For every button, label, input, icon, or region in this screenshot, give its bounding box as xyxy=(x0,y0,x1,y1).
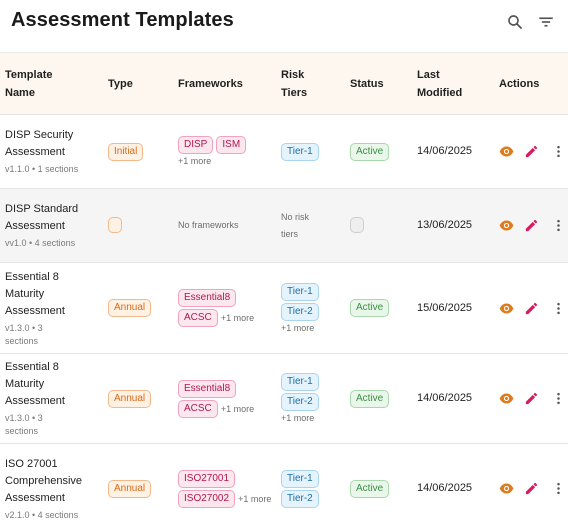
more-options-icon[interactable] xyxy=(551,218,566,234)
column-header-status[interactable]: Status xyxy=(345,52,412,115)
template-meta: v1.3.0 • 3 sections xyxy=(5,413,43,436)
risk-tier-chip: Tier-1 xyxy=(281,142,319,161)
type-chip xyxy=(108,217,122,234)
edit-icon[interactable] xyxy=(524,218,539,234)
template-meta: v1.3.0 • 3 sections xyxy=(5,322,43,346)
row-actions xyxy=(499,218,564,234)
template-name: DISP Security Assessment xyxy=(5,129,74,158)
table-row[interactable]: DISP Standard Assessment vv1.0 • 4 secti… xyxy=(0,188,568,263)
status-badge: Active xyxy=(350,142,390,161)
filter-icon[interactable] xyxy=(536,12,556,32)
risk-tier-chip: Tier-2 xyxy=(281,489,319,508)
last-modified: 15/06/2025 xyxy=(417,301,473,314)
column-header-type[interactable]: Type xyxy=(103,52,173,115)
last-modified: 13/06/2025 xyxy=(417,219,473,231)
status-badge: Active xyxy=(350,389,390,408)
template-name: Essential 8 Maturity Assessment xyxy=(5,270,65,317)
row-actions xyxy=(499,481,564,497)
risk-tier-chip: Tier-1 xyxy=(281,469,319,488)
status-badge: Active xyxy=(350,479,390,498)
frameworks-more: +1 more xyxy=(220,403,255,414)
last-modified: 14/06/2025 xyxy=(417,392,473,404)
edit-icon[interactable] xyxy=(524,144,539,160)
template-name: Essential 8 Maturity Assessment xyxy=(5,361,65,407)
risk-tiers-more: +1 more xyxy=(281,322,315,333)
edit-icon[interactable] xyxy=(524,391,539,407)
type-chip: Annual xyxy=(108,389,152,408)
template-name: DISP Standard Assessment xyxy=(5,203,79,232)
last-modified: 14/06/2025 xyxy=(417,482,473,494)
frameworks-more: +1 more xyxy=(220,312,255,323)
page-title: Assessment Templates xyxy=(11,9,234,31)
no-frameworks-text: No frameworks xyxy=(178,220,239,230)
framework-chip: ACSC xyxy=(178,309,218,327)
row-actions xyxy=(499,144,564,160)
last-modified: 14/06/2025 xyxy=(417,145,473,157)
more-options-icon[interactable] xyxy=(551,300,566,316)
more-options-icon[interactable] xyxy=(551,481,566,497)
view-icon[interactable] xyxy=(499,218,514,234)
column-header-last-modified[interactable]: Last Modified xyxy=(412,52,494,115)
view-icon[interactable] xyxy=(499,481,514,497)
type-chip: Annual xyxy=(108,479,152,498)
framework-chip: ISM xyxy=(216,136,247,154)
status-badge: Active xyxy=(350,299,390,317)
template-meta: v1.1.0 • 1 sections xyxy=(5,164,79,174)
table-row[interactable]: ISO 27001 Comprehensive Assessment v2.1.… xyxy=(0,443,568,531)
table-row[interactable]: Essential 8 Maturity Assessment v1.3.0 •… xyxy=(0,262,568,354)
view-icon[interactable] xyxy=(499,300,514,316)
type-chip: Annual xyxy=(108,299,152,317)
risk-tier-chip: Tier-2 xyxy=(281,302,319,321)
risk-tiers-more: +1 more xyxy=(281,413,315,423)
template-name: ISO 27001 Comprehensive Assessment xyxy=(5,457,83,504)
row-actions xyxy=(499,391,564,407)
framework-chip: Essential8 xyxy=(178,289,237,307)
column-header-template-name[interactable]: Template Name xyxy=(0,52,103,115)
template-meta: v2.1.0 • 4 sections xyxy=(5,509,79,520)
status-badge xyxy=(350,217,364,234)
framework-chip: ISO27001 xyxy=(178,469,236,488)
view-icon[interactable] xyxy=(499,144,514,160)
framework-chip: ACSC xyxy=(178,399,218,418)
framework-chip: ISO27002 xyxy=(178,489,236,508)
table-row[interactable]: DISP Security Assessment v1.1.0 • 1 sect… xyxy=(0,114,568,189)
framework-chip: Essential8 xyxy=(178,379,237,398)
no-risk-tiers-text: No risk tiers xyxy=(281,211,310,239)
column-header-risk-tiers[interactable]: Risk Tiers xyxy=(276,52,345,115)
risk-tier-chip: Tier-2 xyxy=(281,393,319,411)
template-meta: vv1.0 • 4 sections xyxy=(5,238,76,248)
more-options-icon[interactable] xyxy=(551,391,566,407)
search-icon[interactable] xyxy=(505,12,525,32)
risk-tier-chip: Tier-1 xyxy=(281,373,319,391)
edit-icon[interactable] xyxy=(524,481,539,497)
page-header: Assessment Templates xyxy=(0,0,568,52)
column-header-actions: Actions xyxy=(494,52,568,115)
frameworks-more: +1 more xyxy=(178,156,212,166)
type-chip: Initial xyxy=(108,142,144,161)
frameworks-more: +1 more xyxy=(238,493,272,504)
table-header-row: Template Name Type Frameworks Risk Tiers… xyxy=(0,52,568,115)
risk-tier-chip: Tier-1 xyxy=(281,282,319,301)
more-options-icon[interactable] xyxy=(551,144,566,160)
framework-chip: DISP xyxy=(178,136,214,154)
edit-icon[interactable] xyxy=(524,300,539,316)
column-header-frameworks[interactable]: Frameworks xyxy=(173,52,276,115)
templates-table: Template Name Type Frameworks Risk Tiers… xyxy=(0,52,568,531)
table-row[interactable]: Essential 8 Maturity Assessment v1.3.0 •… xyxy=(0,353,568,444)
view-icon[interactable] xyxy=(499,391,514,407)
row-actions xyxy=(499,300,564,316)
